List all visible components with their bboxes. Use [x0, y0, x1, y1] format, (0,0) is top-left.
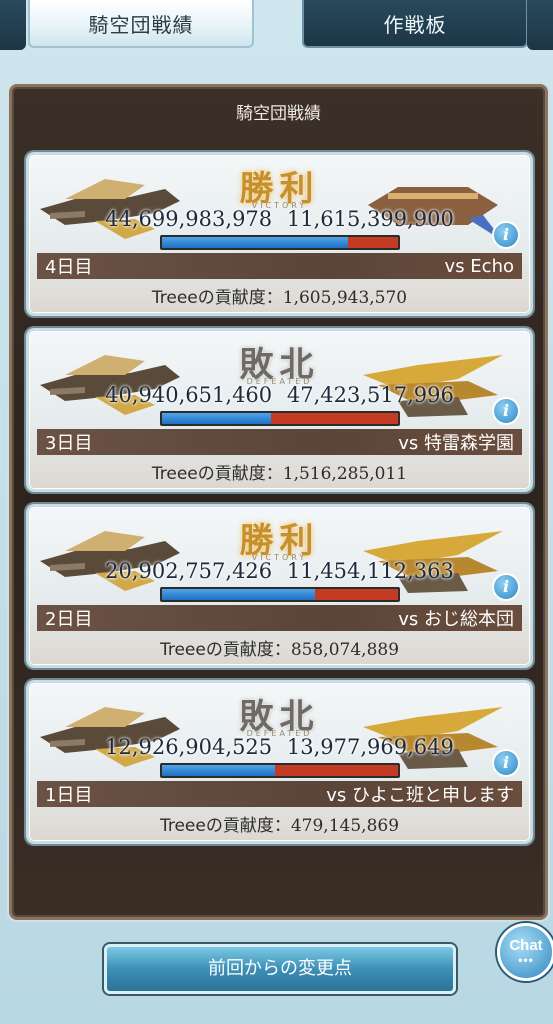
contribution-value: 858,074,889 [290, 640, 400, 660]
tab-edge-left [0, 0, 26, 50]
chat-dots-icon: ••• [518, 953, 534, 967]
result-card[interactable]: 勝利 VICTORY 20,902,757,426 11,454,112,363… [26, 504, 533, 668]
score-line: 12,926,904,525 13,977,969,649 [29, 735, 530, 759]
contribution-line: Treeeの貢献度：479,145,869 [29, 811, 530, 836]
contribution-line: Treeeの貢献度：1,516,285,011 [29, 459, 530, 484]
contribution-value: 479,145,869 [290, 816, 400, 836]
opponent-score: 11,454,112,363 [286, 559, 454, 583]
result-card[interactable]: 勝利 VICTORY 44,699,983,978 11,615,399,900… [26, 152, 533, 316]
contribution-label: Treeeの貢献度： [151, 464, 283, 484]
own-score: 20,902,757,426 [105, 559, 273, 583]
changes-since-last-button[interactable]: 前回からの変更点 [104, 944, 456, 994]
day-row: 2日目 vs おじ総本団 [37, 605, 522, 631]
day-label: 3日目 [45, 433, 93, 454]
own-score: 12,926,904,525 [105, 735, 273, 759]
contribution-label: Treeeの貢献度： [151, 288, 283, 308]
opponent-name: vs Echo [444, 255, 514, 277]
score-line: 20,902,757,426 11,454,112,363 [29, 559, 530, 583]
info-icon[interactable]: i [492, 221, 520, 249]
score-ratio-bar [160, 763, 400, 778]
own-score: 40,940,651,460 [105, 383, 273, 407]
chat-button[interactable]: Chat ••• [497, 923, 553, 981]
day-label: 2日目 [45, 609, 93, 630]
panel-title: 騎空団戦績 [236, 104, 321, 124]
own-share-fill [162, 237, 349, 248]
info-icon[interactable]: i [492, 749, 520, 777]
day-label: 4日目 [45, 257, 93, 278]
contribution-line: Treeeの貢献度：1,605,943,570 [29, 283, 530, 308]
opponent-score: 47,423,517,996 [286, 383, 454, 407]
score-line: 44,699,983,978 11,615,399,900 [29, 207, 530, 231]
score-line: 40,940,651,460 47,423,517,996 [29, 383, 530, 407]
day-row: 1日目 vs ひよこ班と申します [37, 781, 522, 807]
own-score: 44,699,983,978 [105, 207, 273, 231]
tab-bar: 騎空団戦績 作戦板 [0, 0, 553, 52]
score-ratio-bar [160, 235, 400, 250]
score-ratio-bar [160, 587, 400, 602]
opponent-name: vs ひよこ班と申します [326, 785, 514, 806]
contribution-value: 1,605,943,570 [282, 288, 408, 308]
opponent-name: vs おじ総本団 [398, 609, 514, 630]
opponent-name: vs 特雷森学園 [398, 433, 514, 454]
day-label: 1日目 [45, 785, 93, 806]
tab-edge-right [527, 0, 553, 50]
score-ratio-bar [160, 411, 400, 426]
day-row: 3日目 vs 特雷森学園 [37, 429, 522, 455]
opponent-score: 11,615,399,900 [286, 207, 454, 231]
opponent-score: 13,977,969,649 [286, 735, 454, 759]
contribution-value: 1,516,285,011 [282, 464, 408, 484]
contribution-label: Treeeの貢献度： [159, 640, 291, 660]
tab-strategy-board[interactable]: 作戦板 [302, 0, 528, 48]
result-card[interactable]: 敗北 DEFEATED 12,926,904,525 13,977,969,64… [26, 680, 533, 844]
result-card[interactable]: 敗北 DEFEATED 40,940,651,460 47,423,517,99… [26, 328, 533, 492]
tab-crew-record[interactable]: 騎空団戦績 [28, 0, 254, 48]
info-icon[interactable]: i [492, 573, 520, 601]
contribution-line: Treeeの貢献度：858,074,889 [29, 635, 530, 660]
own-share-fill [162, 589, 316, 600]
own-share-fill [162, 765, 276, 776]
info-icon[interactable]: i [492, 397, 520, 425]
chat-label: Chat [509, 937, 543, 954]
day-row: 4日目 vs Echo [37, 253, 522, 279]
contribution-label: Treeeの貢献度： [159, 816, 291, 836]
own-share-fill [162, 413, 271, 424]
